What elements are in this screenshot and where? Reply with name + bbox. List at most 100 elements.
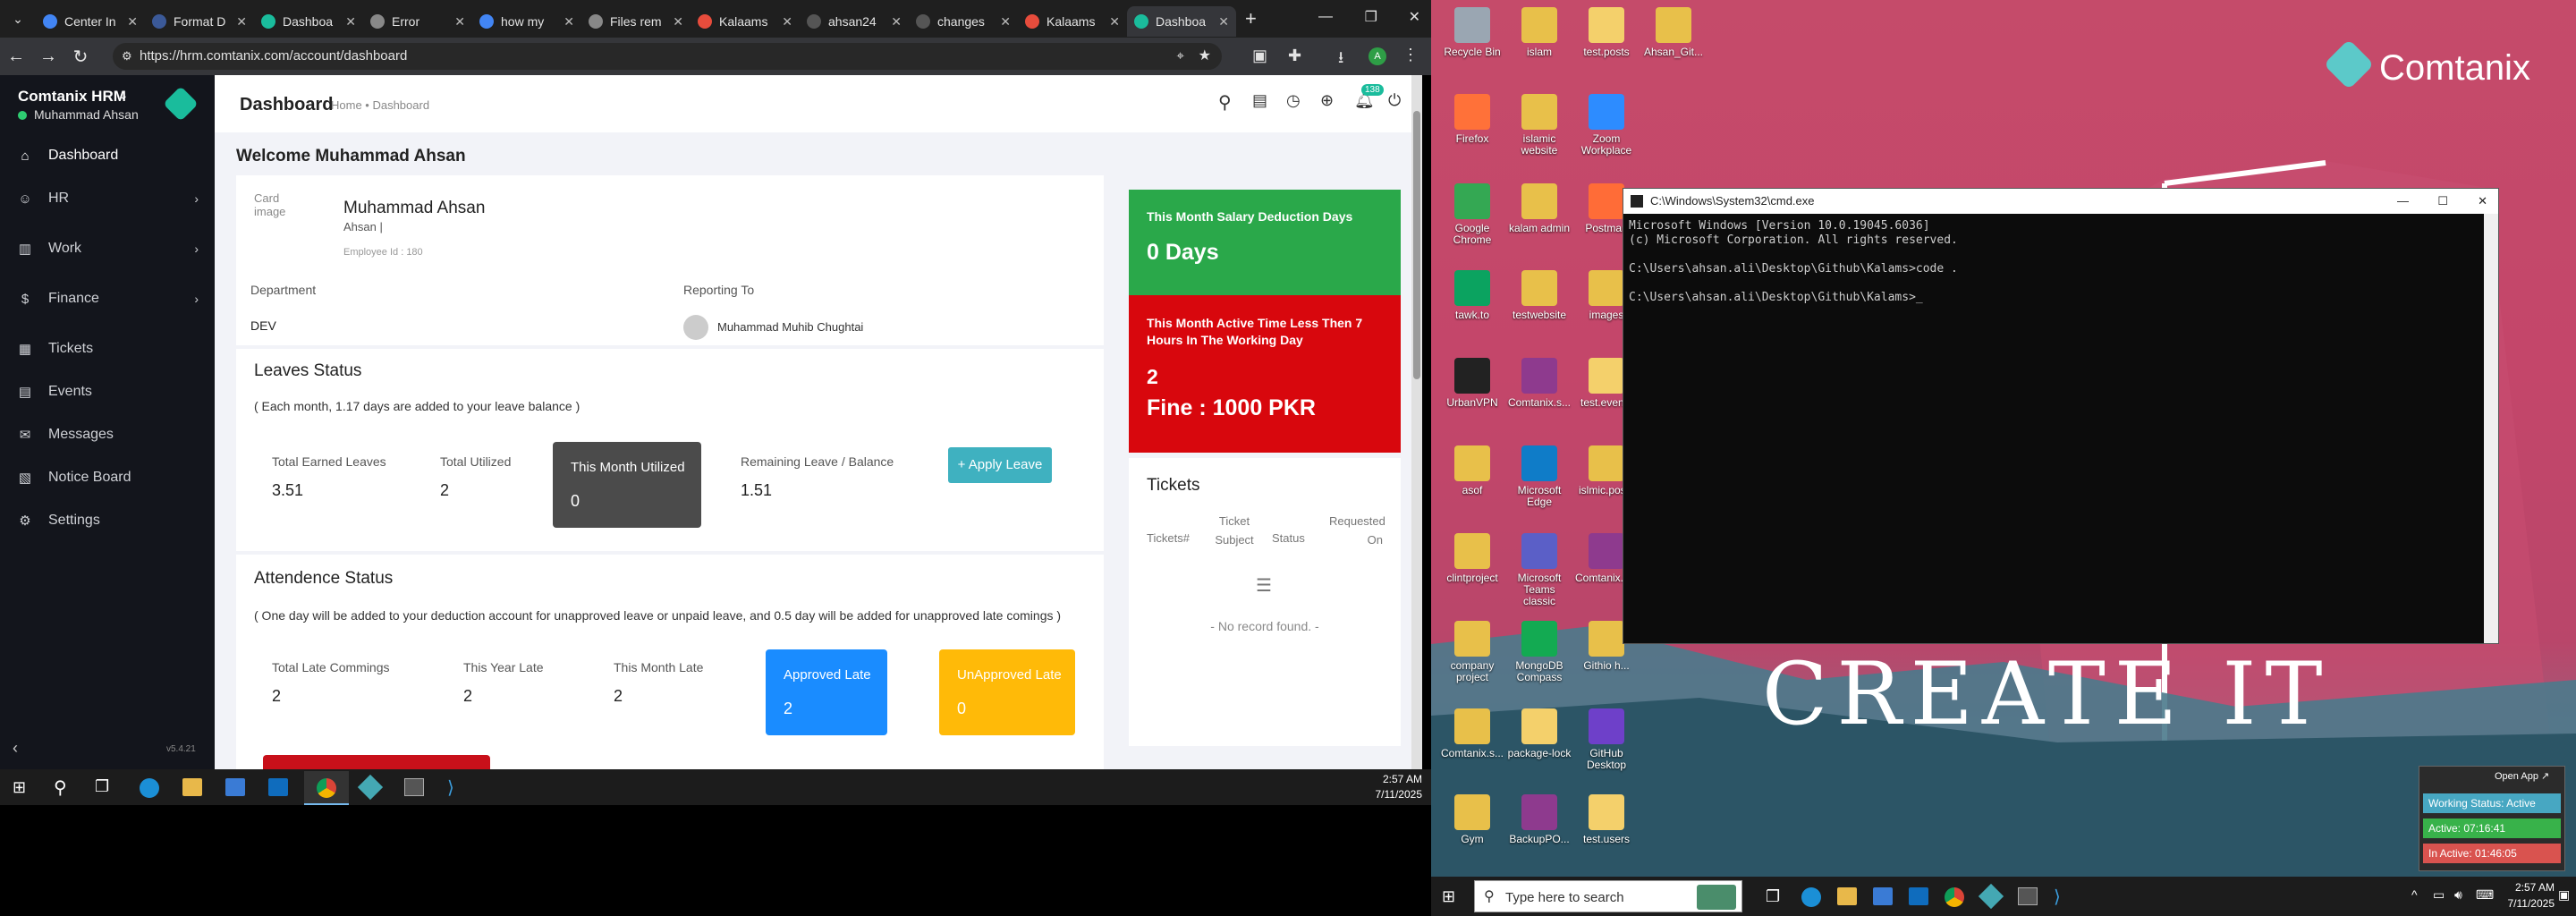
desktop-icon[interactable]: package-lock: [1507, 708, 1572, 759]
browser-tab[interactable]: changes ✕: [909, 6, 1018, 37]
new-tab-button[interactable]: +: [1245, 7, 1257, 30]
tab-search-icon[interactable]: ⌄: [0, 12, 36, 27]
tab-close-icon[interactable]: ✕: [1109, 14, 1120, 30]
approved-late-box[interactable]: Approved Late 2: [766, 649, 887, 735]
collapse-sidebar-icon[interactable]: ‹: [13, 739, 18, 758]
menu-kebab-icon[interactable]: ⋮: [1402, 46, 1419, 64]
desktop-icon[interactable]: test.posts: [1574, 7, 1639, 58]
tab-close-icon[interactable]: ✕: [454, 14, 465, 30]
desktop-icon[interactable]: UrbanVPN: [1440, 358, 1504, 409]
open-app-link[interactable]: Open App ↗: [2495, 770, 2549, 782]
right-chrome-icon[interactable]: [1945, 887, 1964, 907]
cmd-output[interactable]: Microsoft Windows [Version 10.0.19045.60…: [1623, 214, 2498, 310]
right-clock-date[interactable]: 7/11/2025: [2501, 897, 2555, 910]
desktop-icon[interactable]: GitHub Desktop: [1574, 708, 1639, 771]
desktop-icon[interactable]: Google Chrome: [1440, 183, 1504, 246]
desktop-icon[interactable]: Microsoft Teams classic: [1507, 533, 1572, 607]
reload-icon[interactable]: ↻: [64, 46, 97, 68]
minimize-button[interactable]: —: [1318, 9, 1333, 25]
sidebar-item-finance[interactable]: $ Finance ›: [0, 281, 215, 317]
sidebar-item-notice-board[interactable]: ▧ Notice Board: [0, 460, 215, 496]
right-cmd-icon[interactable]: [2018, 887, 2038, 905]
desktop-icon[interactable]: clintproject: [1440, 533, 1504, 584]
cmd-icon[interactable]: [404, 778, 424, 796]
page-scrollbar-thumb[interactable]: [1413, 111, 1420, 379]
right-comtanix-icon[interactable]: [1978, 883, 2004, 910]
sidebar-item-tickets[interactable]: ▦ Tickets: [0, 331, 215, 367]
language-icon[interactable]: ⌨: [2476, 887, 2494, 903]
right-edge-icon[interactable]: [1801, 887, 1821, 907]
cmd-maximize-button[interactable]: ☐: [2437, 189, 2448, 214]
taskbar-search-icon[interactable]: ⚲: [54, 776, 67, 799]
right-vscode-icon[interactable]: ⟩: [2054, 886, 2061, 908]
tab-close-icon[interactable]: ✕: [236, 14, 247, 30]
network-icon[interactable]: ▭: [2433, 887, 2445, 903]
sidebar-item-work[interactable]: ▥ Work ›: [0, 231, 215, 267]
desktop-icon[interactable]: asof: [1440, 445, 1504, 496]
page-scrollbar[interactable]: [1411, 75, 1422, 769]
cmd-minimize-button[interactable]: —: [2397, 189, 2409, 214]
tab-close-icon[interactable]: ✕: [673, 14, 683, 30]
tab-close-icon[interactable]: ✕: [891, 14, 902, 30]
tab-close-icon[interactable]: ✕: [564, 14, 574, 30]
clock-icon[interactable]: ◷: [1286, 91, 1301, 110]
browser-tab[interactable]: Error ✕: [363, 6, 472, 37]
tab-close-icon[interactable]: ✕: [1218, 14, 1229, 30]
tray-chevron-up-icon[interactable]: ^: [2411, 887, 2418, 902]
desktop-icon[interactable]: Microsoft Edge: [1507, 445, 1572, 508]
sidebar-item-messages[interactable]: ✉ Messages: [0, 417, 215, 453]
maximize-button[interactable]: ❐: [1365, 8, 1377, 26]
sidebar-item-hr[interactable]: ☺ HR ›: [0, 181, 215, 216]
desktop-icon[interactable]: kalam admin: [1507, 183, 1572, 234]
unapproved-late-box[interactable]: UnApproved Late 0: [939, 649, 1075, 735]
power-icon[interactable]: ⏻: [1388, 91, 1401, 110]
profile-avatar[interactable]: A: [1368, 47, 1386, 65]
cmd-titlebar[interactable]: C:\Windows\System32\cmd.exe — ☐ ✕: [1623, 189, 2498, 214]
chrome-taskbar-button[interactable]: [304, 771, 349, 805]
apply-leave-button[interactable]: + Apply Leave: [948, 447, 1052, 483]
desktop-icon[interactable]: islam: [1507, 7, 1572, 58]
browser-tab[interactable]: Dashboa ✕: [1127, 6, 1236, 37]
tab-close-icon[interactable]: ✕: [127, 14, 138, 30]
edge-icon[interactable]: [140, 778, 159, 798]
add-circle-icon[interactable]: ⊕: [1320, 91, 1334, 110]
sidebar-item-settings[interactable]: ⚙ Settings: [0, 503, 215, 539]
outlook-icon[interactable]: [268, 778, 288, 796]
site-info-icon[interactable]: ⚙: [122, 43, 132, 70]
desktop-icon[interactable]: Recycle Bin: [1440, 7, 1504, 58]
browser-tab[interactable]: Center In ✕: [36, 6, 145, 37]
desktop-icon[interactable]: testwebsite: [1507, 270, 1572, 321]
browser-tab[interactable]: how my ✕: [472, 6, 581, 37]
browser-tab[interactable]: Kalaams ✕: [691, 6, 800, 37]
search-icon[interactable]: ⚲: [1218, 91, 1232, 114]
url-bar[interactable]: ⚙ https://hrm.comtanix.com/account/dashb…: [113, 43, 1222, 70]
right-clock-time[interactable]: 2:57 AM: [2501, 881, 2555, 894]
browser-tab[interactable]: Files rem ✕: [581, 6, 691, 37]
red-action-bar[interactable]: [263, 755, 490, 769]
close-window-button[interactable]: ✕: [1409, 8, 1420, 26]
right-store-icon[interactable]: [1873, 887, 1893, 905]
desktop-icon[interactable]: Comtanix.s...: [1440, 708, 1504, 759]
browser-tab[interactable]: ahsan24 ✕: [800, 6, 909, 37]
desktop-icon[interactable]: Comtanix.s...: [1507, 358, 1572, 409]
desktop-icon[interactable]: MongoDB Compass: [1507, 621, 1572, 683]
windows-start-icon[interactable]: ⊞: [13, 778, 26, 797]
desktop-icon[interactable]: Ahsan_Git...: [1641, 7, 1706, 58]
left-clock-time[interactable]: 2:57 AM: [1368, 773, 1422, 785]
back-icon[interactable]: ←: [0, 47, 32, 67]
tab-close-icon[interactable]: ✕: [1000, 14, 1011, 30]
extension-icon[interactable]: ▣: [1252, 47, 1267, 65]
browser-tab[interactable]: Dashboa ✕: [254, 6, 363, 37]
desktop-icon[interactable]: company project: [1440, 621, 1504, 683]
right-start-icon[interactable]: ⊞: [1442, 887, 1455, 906]
comtanix-app-icon[interactable]: [357, 774, 384, 801]
right-task-view-icon[interactable]: ❐: [1766, 887, 1780, 906]
left-clock-date[interactable]: 7/11/2025: [1368, 788, 1423, 801]
breadcrumb[interactable]: Home • Dashboard: [331, 98, 429, 112]
desktop-icon[interactable]: Gym: [1440, 794, 1504, 845]
store-icon[interactable]: [225, 778, 245, 796]
volume-icon[interactable]: 🔊︎: [2454, 887, 2462, 903]
desktop-icon[interactable]: Firefox: [1440, 94, 1504, 145]
file-explorer-icon[interactable]: [182, 778, 202, 796]
tab-close-icon[interactable]: ✕: [345, 14, 356, 30]
